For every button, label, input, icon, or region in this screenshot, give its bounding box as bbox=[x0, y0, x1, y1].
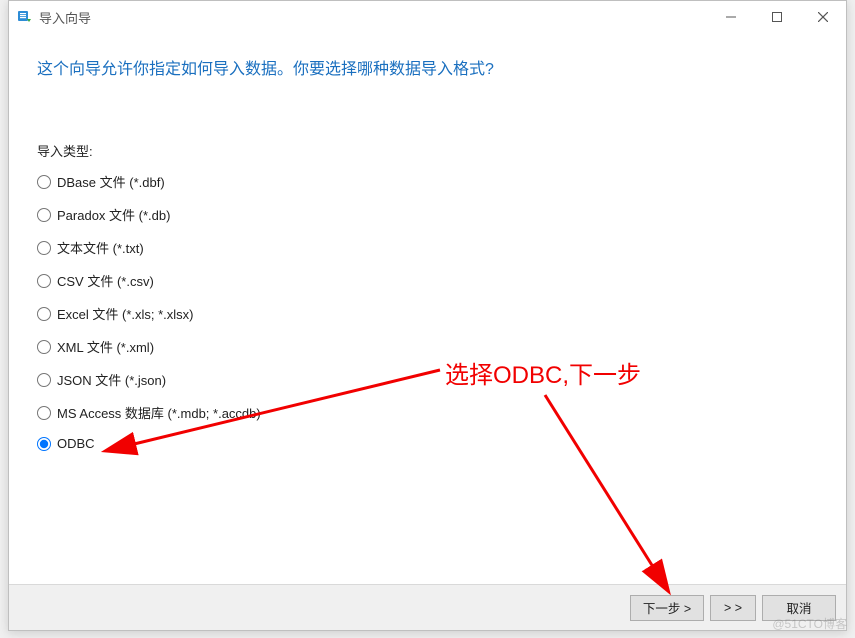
close-button[interactable] bbox=[800, 1, 846, 33]
import-type-option[interactable]: XML 文件 (*.xml) bbox=[37, 337, 818, 356]
import-wizard-window: 导入向导 这个向导允许你指定如何导入数据。你要选择哪种数据导入格式? 导入类型:… bbox=[8, 0, 847, 631]
next-button[interactable]: 下一步 > bbox=[630, 595, 704, 621]
minimize-button[interactable] bbox=[708, 1, 754, 33]
import-type-option-label[interactable]: CSV 文件 (*.csv) bbox=[57, 271, 154, 290]
import-type-radio[interactable] bbox=[37, 406, 51, 420]
import-type-option[interactable]: CSV 文件 (*.csv) bbox=[37, 271, 818, 290]
window-title: 导入向导 bbox=[39, 8, 91, 27]
import-type-option[interactable]: DBase 文件 (*.dbf) bbox=[37, 172, 818, 191]
import-type-radio[interactable] bbox=[37, 373, 51, 387]
import-type-option-label[interactable]: ODBC bbox=[57, 436, 95, 451]
import-type-option-label[interactable]: MS Access 数据库 (*.mdb; *.accdb) bbox=[57, 403, 261, 422]
import-type-radio[interactable] bbox=[37, 241, 51, 255]
cancel-button[interactable]: 取消 bbox=[762, 595, 836, 621]
import-type-radio[interactable] bbox=[37, 274, 51, 288]
import-type-option-label[interactable]: Excel 文件 (*.xls; *.xlsx) bbox=[57, 304, 194, 323]
import-type-radio[interactable] bbox=[37, 340, 51, 354]
skip-button[interactable]: > > bbox=[710, 595, 756, 621]
content-area: 这个向导允许你指定如何导入数据。你要选择哪种数据导入格式? 导入类型: DBas… bbox=[9, 33, 846, 584]
maximize-button[interactable] bbox=[754, 1, 800, 33]
wizard-heading: 这个向导允许你指定如何导入数据。你要选择哪种数据导入格式? bbox=[37, 55, 818, 79]
import-type-options: DBase 文件 (*.dbf) Paradox 文件 (*.db) 文本文件 (*… bbox=[37, 172, 818, 451]
import-type-option[interactable]: Excel 文件 (*.xls; *.xlsx) bbox=[37, 304, 818, 323]
import-type-option-label[interactable]: 文本文件 (*.txt) bbox=[57, 238, 144, 257]
import-type-option[interactable]: JSON 文件 (*.json) bbox=[37, 370, 818, 389]
import-type-option-label[interactable]: DBase 文件 (*.dbf) bbox=[57, 172, 165, 191]
import-type-radio[interactable] bbox=[37, 437, 51, 451]
import-type-radio[interactable] bbox=[37, 307, 51, 321]
import-type-option[interactable]: ODBC bbox=[37, 436, 818, 451]
button-bar: 下一步 > > > 取消 bbox=[9, 584, 846, 630]
import-type-option-label[interactable]: Paradox 文件 (*.db) bbox=[57, 205, 170, 224]
import-type-radio[interactable] bbox=[37, 175, 51, 189]
import-type-option[interactable]: 文本文件 (*.txt) bbox=[37, 238, 818, 257]
import-type-option-label[interactable]: JSON 文件 (*.json) bbox=[57, 370, 166, 389]
app-icon bbox=[17, 9, 33, 25]
titlebar: 导入向导 bbox=[9, 1, 846, 33]
import-type-radio[interactable] bbox=[37, 208, 51, 222]
import-type-option-label[interactable]: XML 文件 (*.xml) bbox=[57, 337, 154, 356]
import-type-label: 导入类型: bbox=[37, 141, 818, 160]
import-type-option[interactable]: Paradox 文件 (*.db) bbox=[37, 205, 818, 224]
import-type-option[interactable]: MS Access 数据库 (*.mdb; *.accdb) bbox=[37, 403, 818, 422]
